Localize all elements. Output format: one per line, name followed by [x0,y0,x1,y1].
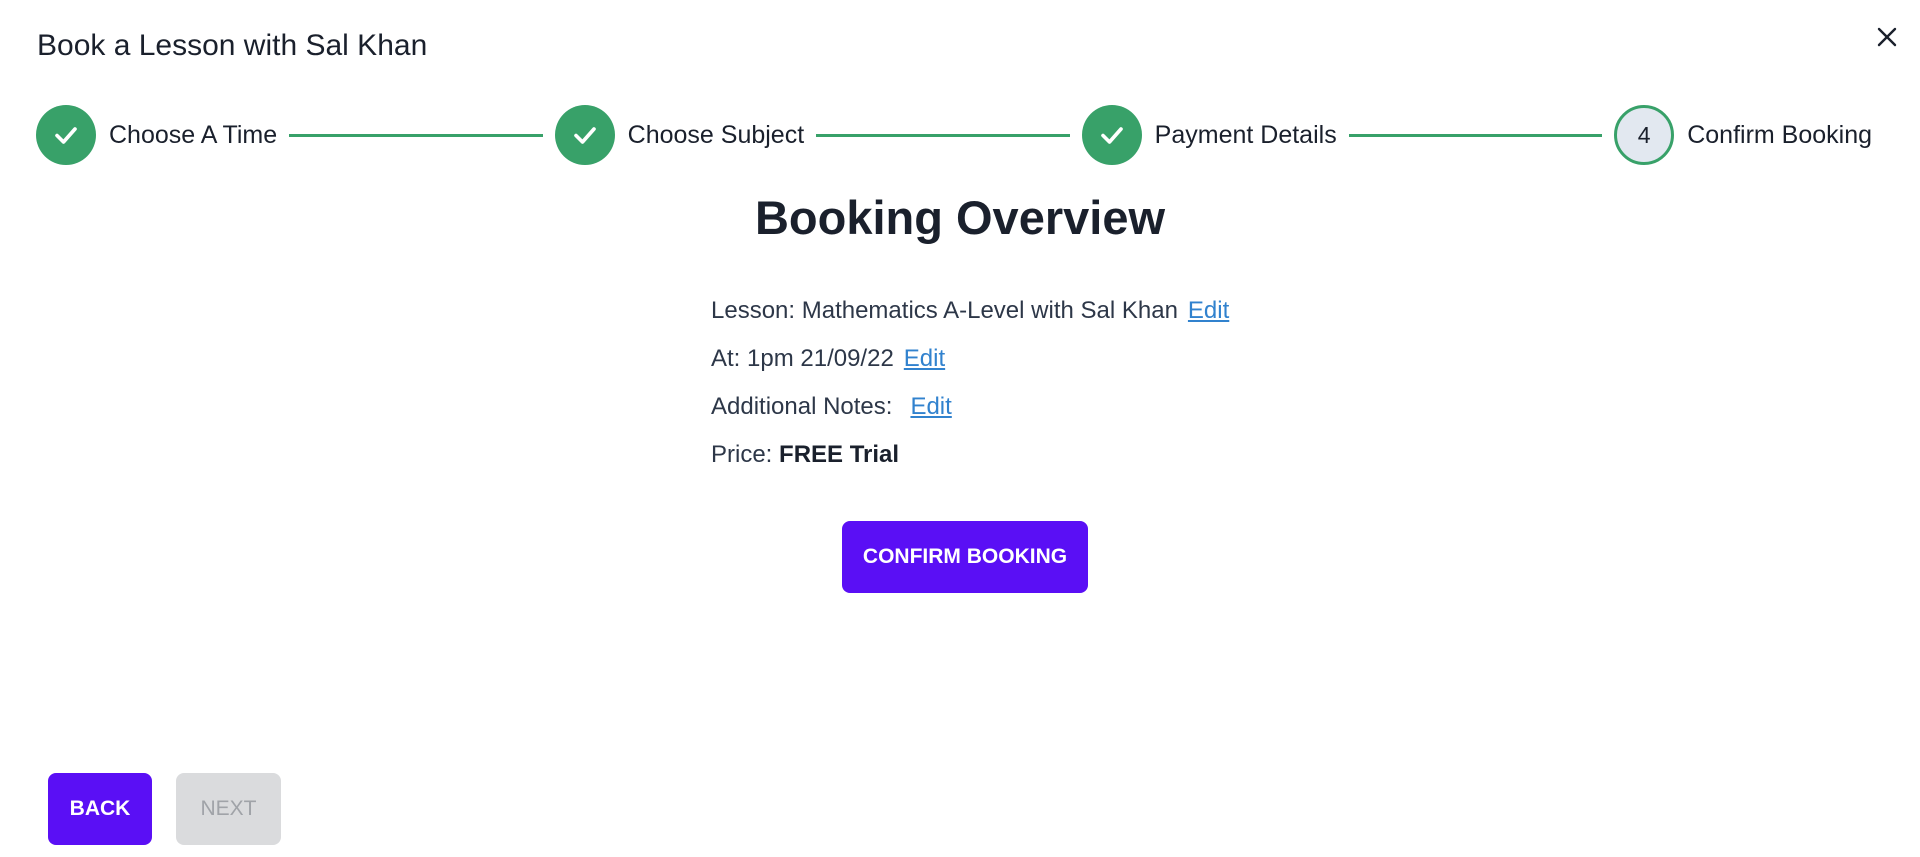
step-connector [289,133,543,137]
step-number-indicator: 4 [1614,105,1675,165]
time-text: At: 1pm 21/09/22 [711,345,894,372]
step-payment-details: Payment Details [1081,105,1337,165]
lesson-row: Lesson: Mathematics A-Level with Sal Kha… [711,292,1229,340]
step-label: Confirm Booking [1687,120,1873,149]
step-label: Payment Details [1154,120,1337,149]
modal-title: Book a Lesson with Sal Khan [37,29,428,62]
next-button[interactable]: NEXT [176,773,281,845]
booking-modal: Book a Lesson with Sal Khan Choose A Tim… [0,0,1920,857]
notes-text: Additional Notes: [711,393,893,420]
close-icon [1877,27,1897,47]
time-row: At: 1pm 21/09/22 Edit [711,340,1229,388]
step-complete-indicator [36,105,96,165]
step-confirm-booking: 4 Confirm Booking [1614,105,1872,165]
step-choose-subject: Choose Subject [554,105,805,165]
confirm-booking-button[interactable]: CONFIRM BOOKING [842,521,1088,593]
edit-lesson-link[interactable]: Edit [1188,297,1229,324]
booking-stepper: Choose A Time Choose Subject Payment Det… [36,104,1872,166]
step-label: Choose A Time [109,120,278,149]
lesson-text: Lesson: Mathematics A-Level with Sal Kha… [711,297,1178,324]
edit-time-link[interactable]: Edit [904,345,945,372]
price-value: FREE Trial [779,441,900,468]
check-icon [573,127,596,144]
step-complete-indicator [554,105,615,165]
step-connector [1348,133,1603,137]
step-label: Choose Subject [627,120,805,149]
price-row: Price: FREE Trial [711,436,1229,484]
step-connector [816,133,1070,137]
step-complete-indicator [1081,105,1142,165]
check-icon [55,127,77,144]
step-choose-time: Choose A Time [36,105,277,165]
page-title: Booking Overview [754,191,1166,244]
back-button[interactable]: BACK [48,773,152,845]
price-label: Price: [711,441,773,468]
check-icon [1100,127,1123,144]
notes-row: Additional Notes: Edit [711,388,1229,436]
edit-notes-link[interactable]: Edit [910,393,951,420]
booking-details: Lesson: Mathematics A-Level with Sal Kha… [711,292,1229,484]
close-button[interactable] [1870,20,1904,54]
